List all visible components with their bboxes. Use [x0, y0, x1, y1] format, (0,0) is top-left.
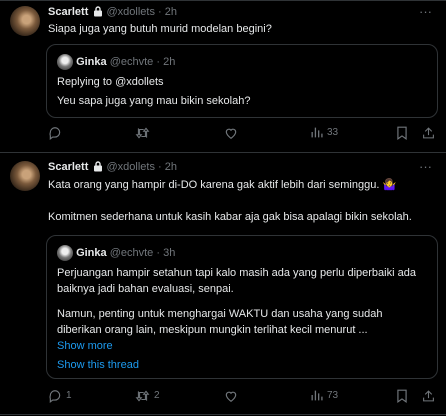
top-divider: [0, 0, 446, 1]
tweet2-text-2: Komitmen sederhana untuk kasih kabar aja…: [48, 211, 412, 223]
bookmark-icon: [397, 389, 407, 403]
share-button[interactable]: [422, 126, 435, 140]
views-count: 73: [327, 390, 339, 401]
bookmark-icon: [397, 126, 407, 140]
tweet2-text-1: Kata orang yang hampir di-DO karena gak …: [48, 179, 397, 191]
replying-to: Replying to @xdollets: [57, 76, 164, 88]
separator-dot: ·: [158, 6, 162, 18]
bookmark-button[interactable]: [396, 389, 408, 403]
quote-paragraph-1: Perjuangan hampir setahun tapi kalo masi…: [57, 267, 416, 295]
share-icon: [423, 127, 434, 139]
views-button[interactable]: 73: [310, 389, 338, 403]
tweet1-header: Scarlett @xdollets · 2h: [48, 5, 177, 22]
author-name[interactable]: Scarlett: [48, 6, 88, 18]
lock-icon: [93, 6, 103, 22]
quote-text: Yeu sapa juga yang mau bikin sekolah?: [57, 95, 251, 107]
separator-dot: ·: [158, 161, 162, 173]
retweet-button[interactable]: [135, 126, 154, 140]
reply-button[interactable]: [48, 126, 66, 140]
tweet1-actions: 33: [48, 126, 438, 142]
tweet-divider: [0, 152, 446, 153]
quote-author-handle: @echvte: [109, 246, 154, 259]
quote-timestamp: 3h: [163, 246, 176, 259]
quote-author-handle: @echvte: [109, 55, 154, 68]
retweet-count: 2: [154, 390, 160, 402]
like-button[interactable]: [224, 389, 242, 403]
author-handle[interactable]: @xdollets: [106, 6, 154, 18]
retweet-icon: [135, 390, 150, 402]
tweet1-text: Siapa juga yang butuh murid modelan begi…: [48, 23, 272, 35]
reply-icon: [49, 127, 61, 140]
lock-icon: [93, 161, 103, 177]
quote-author-name: Ginka: [76, 55, 107, 68]
views-button[interactable]: 33: [310, 126, 338, 140]
author-avatar[interactable]: [10, 161, 40, 191]
separator-dot: ·: [156, 55, 161, 68]
like-button[interactable]: [224, 126, 242, 140]
timestamp[interactable]: 2h: [165, 6, 177, 18]
heart-icon: [225, 128, 237, 139]
quoted-tweet[interactable]: Ginka @echvte · 3h Perjuangan hampir set…: [46, 235, 438, 379]
share-icon: [423, 390, 434, 402]
timestamp[interactable]: 2h: [165, 161, 177, 173]
views-count: 33: [327, 127, 339, 138]
show-thread-link[interactable]: Show this thread: [57, 358, 139, 373]
reply-count: 1: [66, 390, 72, 402]
separator-dot: ·: [156, 246, 161, 259]
retweet-button[interactable]: 2: [135, 389, 160, 403]
quote-paragraph-2: Namun, penting untuk menghargai WAKTU da…: [57, 308, 383, 336]
views-icon: [311, 390, 323, 401]
bookmark-button[interactable]: [396, 126, 408, 140]
quote-author-name: Ginka: [76, 246, 107, 259]
views-icon: [311, 127, 323, 138]
more-icon[interactable]: ···: [419, 3, 432, 21]
quote-timestamp: 2h: [163, 55, 176, 68]
heart-icon: [225, 391, 237, 402]
bottom-divider: [0, 414, 446, 415]
quote-avatar: [57, 54, 73, 70]
author-name[interactable]: Scarlett: [48, 161, 88, 173]
quoted-tweet[interactable]: Ginka @echvte · 2h Replying to @xdollets…: [46, 44, 438, 118]
share-button[interactable]: [422, 389, 435, 403]
author-avatar[interactable]: [10, 6, 40, 36]
reply-icon: [49, 390, 61, 403]
author-handle[interactable]: @xdollets: [106, 161, 154, 173]
quote-avatar: [57, 245, 73, 261]
show-more-link[interactable]: Show more: [57, 339, 113, 354]
more-icon[interactable]: ···: [419, 158, 432, 176]
retweet-icon: [135, 127, 150, 139]
tweet2-actions: 1 2 73: [48, 389, 438, 405]
reply-button[interactable]: 1: [48, 389, 72, 403]
tweet2-header: Scarlett @xdollets · 2h: [48, 160, 177, 177]
